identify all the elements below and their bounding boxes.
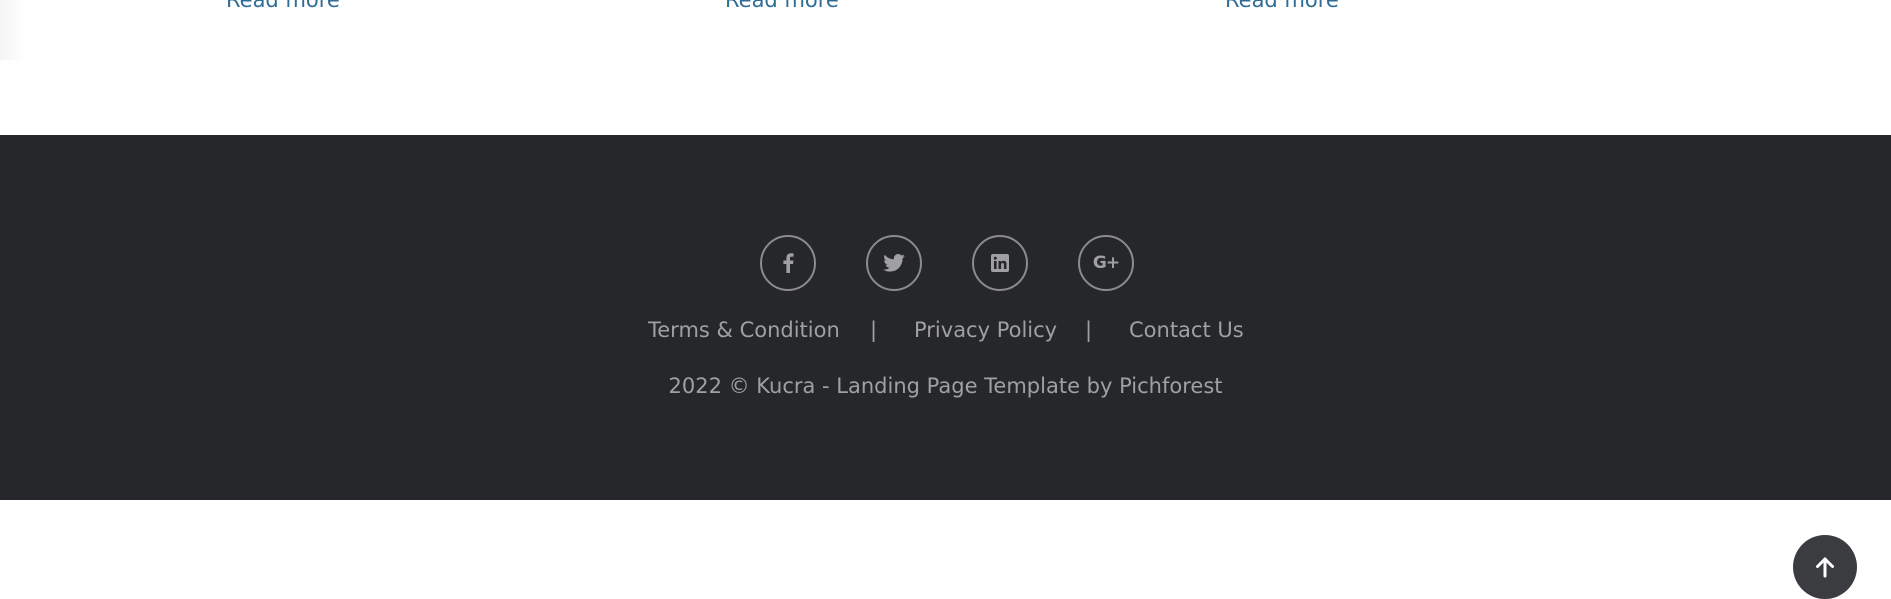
footer: G+ Terms & Condition | Privacy Policy | … xyxy=(0,135,1891,599)
linkedin-button[interactable] xyxy=(972,235,1028,291)
facebook-icon xyxy=(783,253,794,273)
facebook-button[interactable] xyxy=(760,235,816,291)
back-to-top-button[interactable] xyxy=(1793,535,1857,599)
content-section: Read more Read more Read more xyxy=(0,0,1891,135)
google-plus-icon: G+ xyxy=(1092,253,1120,273)
link-separator: | xyxy=(1085,318,1093,342)
arrow-up-icon xyxy=(1816,557,1834,578)
linkedin-icon xyxy=(991,254,1009,272)
contact-us-link[interactable]: Contact Us xyxy=(1129,315,1244,345)
link-separator: | xyxy=(870,318,878,342)
card-shadow xyxy=(0,0,26,60)
google-plus-button[interactable]: G+ xyxy=(1078,235,1134,291)
read-more-link-3[interactable]: Read more xyxy=(1225,0,1339,12)
read-more-link-2[interactable]: Read more xyxy=(725,0,839,12)
twitter-icon xyxy=(883,254,905,272)
social-links: G+ xyxy=(760,235,1134,291)
terms-link[interactable]: Terms & Condition xyxy=(648,315,840,345)
footer-links: Terms & Condition | Privacy Policy | Con… xyxy=(0,315,1891,345)
read-more-link-1[interactable]: Read more xyxy=(226,0,340,12)
copyright-text: 2022 © Kucra - Landing Page Template by … xyxy=(668,374,1223,398)
twitter-button[interactable] xyxy=(866,235,922,291)
privacy-policy-link[interactable]: Privacy Policy xyxy=(914,315,1057,345)
